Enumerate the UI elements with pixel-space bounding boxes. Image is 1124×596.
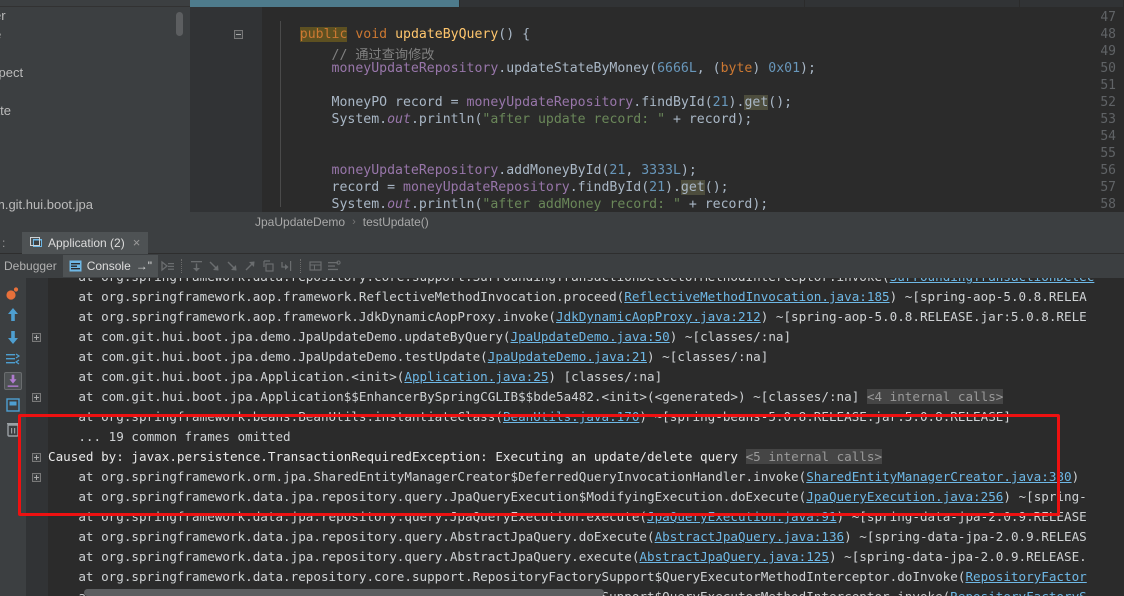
project-tree-item[interactable]: spect [0,65,23,80]
line-number: 49 [1076,44,1116,59]
console-line[interactable]: ... 19 common frames omitted [48,427,291,447]
code-line[interactable]: System.out.println("after addMoney recor… [268,197,768,212]
console-output[interactable]: at org.springframework.data.repository.c… [48,278,1124,596]
code-line[interactable]: public void updateByQuery() { [268,27,530,42]
console-line[interactable]: at org.springframework.data.jpa.reposito… [48,487,1087,507]
console-line[interactable]: at com.git.hui.boot.jpa.demo.JpaUpdateDe… [48,327,791,347]
line-number: 58 [1076,197,1116,212]
console-line[interactable]: at org.springframework.data.repository.c… [48,278,1094,287]
run-to-cursor-2-icon[interactable] [277,258,295,274]
line-number: 47 [1076,10,1116,25]
console-line[interactable]: at org.springframework.orm.jpa.SharedEnt… [48,467,1079,487]
toolbar-separator [181,259,182,273]
console-line[interactable]: at org.springframework.beans.BeanUtils.i… [48,407,1011,427]
ide-window: er e spect late m.git.hui.boot.jpa 47 48 publ… [0,0,1124,596]
console-line[interactable]: at org.springframework.data.jpa.reposito… [48,507,1087,527]
project-vertical-scrollbar[interactable] [176,12,183,36]
trash-icon[interactable] [4,420,22,438]
console-tab-label: Console [87,259,131,273]
fold-expand-icon[interactable] [32,393,41,402]
fold-collapse-icon[interactable] [234,30,243,39]
console-icon [69,260,82,272]
project-tree-item[interactable]: e [0,27,1,42]
console-line[interactable]: at org.springframework.aop.framework.Ref… [48,287,1087,307]
editor-tab[interactable] [805,0,1020,7]
breadcrumb[interactable]: JpaUpdateDemo › testUpdate() [190,212,1124,232]
console-line[interactable]: at org.springframework.data.jpa.reposito… [48,547,1087,567]
line-number: 52 [1076,95,1116,110]
print-icon[interactable] [4,396,22,414]
breadcrumb-method[interactable]: testUpdate() [363,215,429,229]
code-editor[interactable]: 4748 public void updateByQuery() {49 // … [190,0,1124,212]
tab-application[interactable]: Application (2) × [22,232,148,254]
project-tool-window[interactable]: er e spect late m.git.hui.boot.jpa [0,0,190,232]
project-tree-item[interactable]: er [0,8,6,23]
console-line[interactable]: at com.git.hui.boot.jpa.Application$$Enh… [48,387,1003,407]
run-toolbar: Debugger Console →" [0,254,1124,278]
code-line[interactable]: record = moneyUpdateRepository.findById(… [268,180,729,195]
editor-tab-strip[interactable] [190,0,1124,7]
console-line[interactable]: at com.git.hui.boot.jpa.Application.<ini… [48,367,662,387]
console-line[interactable]: at com.git.hui.boot.jpa.demo.JpaUpdateDe… [48,347,768,367]
settings-list-icon[interactable] [324,258,342,274]
console-line[interactable]: Caused by: javax.persistence.Transaction… [48,447,882,467]
run-tabbar-prefix-label: : [0,236,22,250]
breadcrumb-separator-icon: › [352,216,356,228]
top-area: er e spect late m.git.hui.boot.jpa 47 48 publ… [0,0,1124,232]
run-to-cursor-icon[interactable] [158,258,176,274]
soft-wrap-icon[interactable] [4,350,22,368]
editor-tab[interactable] [190,0,460,7]
breadcrumb-class[interactable]: JpaUpdateDemo [255,215,345,229]
scroll-down-icon[interactable] [4,328,22,346]
code-line[interactable]: MoneyPO record = moneyUpdateRepository.f… [268,95,792,110]
force-step-into-icon[interactable] [223,258,241,274]
step-into-icon[interactable] [205,258,223,274]
application-window-icon [30,237,43,249]
console-line[interactable]: at org.springframework.data.jpa.reposito… [48,527,1087,547]
step-out-icon[interactable] [241,258,259,274]
line-number: 53 [1076,112,1116,127]
editor-tab[interactable] [460,0,805,7]
breadcrumb-left-pad [0,212,190,232]
close-icon[interactable]: × [133,235,141,250]
console-fold-column[interactable] [26,278,48,596]
step-over-icon[interactable] [187,258,205,274]
console-side-toolbar [0,278,26,596]
evaluate-expression-icon[interactable] [306,258,324,274]
editor-tab[interactable] [1020,0,1124,7]
code-line[interactable]: moneyUpdateRepository.updateStateByMoney… [268,61,816,76]
project-tree-item[interactable]: late [0,103,11,118]
code-area[interactable]: 4748 public void updateByQuery() {49 // … [190,7,1124,212]
toolbar-separator-2 [300,259,301,273]
console-horizontal-scrollbar[interactable] [84,589,604,596]
run-tool-window: : Application (2) × Debugger [0,232,1124,596]
console-line[interactable]: at org.springframework.aop.framework.Jdk… [48,307,1087,327]
scroll-to-end-icon[interactable] [4,372,22,390]
scroll-up-icon[interactable] [4,306,22,324]
line-number: 55 [1076,146,1116,161]
code-line[interactable]: System.out.println("after update record:… [268,112,752,127]
debugger-tab-label[interactable]: Debugger [0,259,61,273]
line-number: 51 [1076,78,1116,93]
fold-expand-icon[interactable] [32,333,41,342]
fold-expand-icon[interactable] [32,453,41,462]
editor-gutter[interactable] [190,7,262,212]
line-number: 54 [1076,129,1116,144]
line-number: 56 [1076,163,1116,178]
line-number: 57 [1076,180,1116,195]
breakpoint-icon[interactable] [4,284,22,302]
project-tree-item[interactable]: m.git.hui.boot.jpa [0,197,93,212]
drop-frame-icon[interactable] [259,258,277,274]
run-tab-bar: : Application (2) × [0,232,1124,254]
tab-application-label: Application (2) [48,236,125,250]
line-number: 48 [1076,27,1116,42]
console-wrap-arrow-icon[interactable]: →" [136,259,152,273]
fold-expand-icon[interactable] [32,473,41,482]
console-tab[interactable]: Console →" [63,255,158,277]
line-number: 50 [1076,61,1116,76]
code-line[interactable]: moneyUpdateRepository.addMoneyById(21, 3… [268,163,697,178]
console-line[interactable]: at org.springframework.data.repository.c… [48,567,1087,587]
project-panel-header [0,0,190,7]
